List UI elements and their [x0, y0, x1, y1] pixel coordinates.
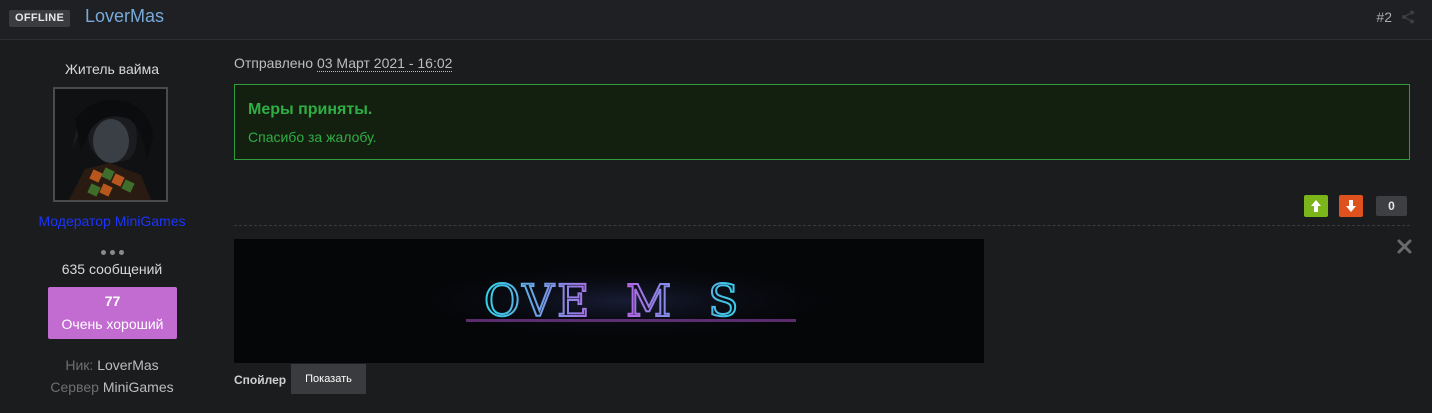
group-name: Модератор MiniGames — [38, 213, 186, 229]
signature-separator — [234, 225, 1410, 226]
spoiler-show-button[interactable]: Показать — [291, 364, 366, 394]
reputation-badge: 77 Очень хороший — [48, 287, 177, 339]
nick-label: Ник: — [65, 357, 94, 373]
rank-title: Житель вайма — [65, 61, 159, 77]
more-dots-icon[interactable] — [98, 242, 126, 255]
avatar-image — [55, 89, 166, 200]
post-date-link[interactable]: 03 Март 2021 - 16:02 — [316, 55, 453, 72]
share-icon[interactable] — [1401, 10, 1415, 24]
status-badge: OFFLINE — [9, 10, 71, 27]
vote-count: 0 — [1376, 196, 1407, 216]
avatar[interactable] — [53, 87, 168, 202]
post-date: Отправлено 03 Март 2021 - 16:02 — [234, 55, 453, 72]
server-label: Сервер — [50, 379, 99, 395]
author-username-link[interactable]: LoverMas — [85, 6, 164, 27]
server-value: MiniGames — [102, 379, 174, 395]
reputation-value: 77 — [104, 293, 121, 309]
reputation-label: Очень хороший — [61, 316, 164, 332]
vote-down-button[interactable] — [1339, 195, 1363, 217]
signature-banner: OVE M S — [234, 239, 984, 363]
post-header: OFFLINE LoverMas #2 — [0, 0, 1432, 40]
notice-title: Меры приняты. — [248, 101, 373, 118]
author-sidebar: Житель вайма Модератор MiniGames 635 соо… — [0, 40, 224, 413]
posted-label: Отправлено — [234, 55, 314, 71]
server-row: Сервер MiniGames — [0, 379, 224, 395]
vote-up-button[interactable] — [1304, 195, 1328, 217]
arrow-up-icon — [1311, 200, 1321, 212]
signature-banner-image: OVE M S — [394, 261, 854, 341]
notice-text: Спасибо за жалобу. — [248, 129, 377, 145]
message-count: 635 сообщений — [61, 261, 163, 277]
nick-row: Ник: LoverMas — [0, 357, 224, 373]
arrow-down-icon — [1346, 200, 1356, 212]
close-icon[interactable] — [1397, 239, 1412, 254]
post-number-link[interactable]: #2 — [1376, 9, 1392, 25]
moderation-notice: Меры приняты. Спасибо за жалобу. — [234, 84, 1410, 160]
nick-value: LoverMas — [97, 357, 159, 373]
spoiler-label: Спойлер — [234, 373, 287, 387]
